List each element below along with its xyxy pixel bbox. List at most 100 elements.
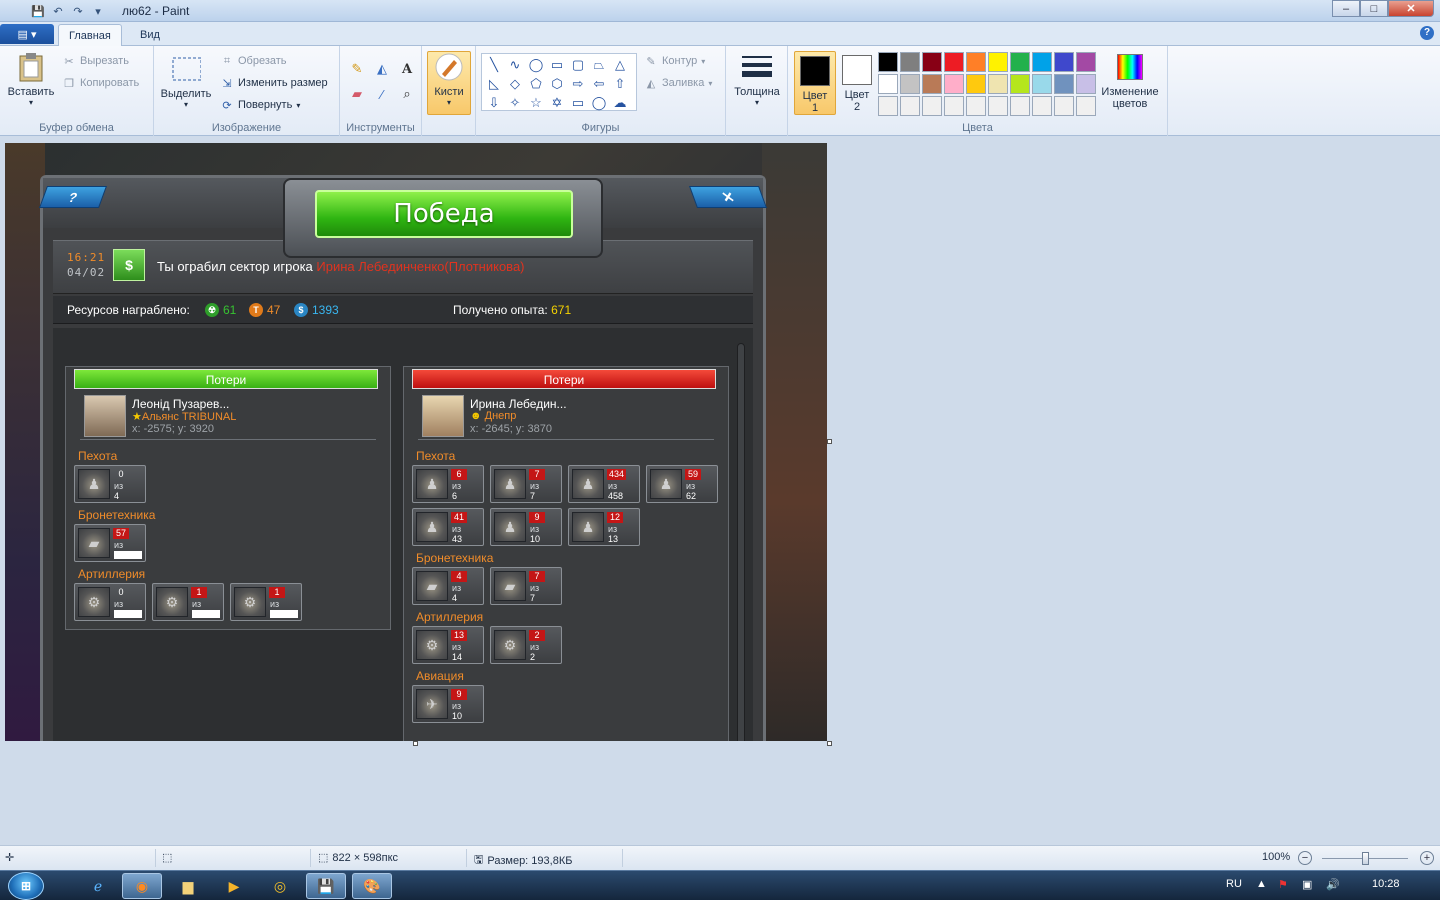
pentagon-shape-icon[interactable]: ⬠ bbox=[526, 75, 546, 93]
help-icon[interactable]: ? bbox=[1420, 26, 1434, 40]
brushes-button[interactable]: Кисти ▾ bbox=[427, 51, 471, 115]
copy-button[interactable]: ❐ Копировать bbox=[62, 76, 139, 90]
explorer-folder-icon[interactable]: ▆ bbox=[168, 873, 208, 899]
save-icon[interactable]: 💾 bbox=[30, 3, 46, 19]
color2-button[interactable]: Цвет 2 bbox=[836, 51, 878, 115]
internet-explorer-icon[interactable]: ℯ bbox=[78, 873, 118, 899]
media-player-icon[interactable]: ▶ bbox=[214, 873, 254, 899]
color-swatch[interactable] bbox=[1054, 74, 1074, 94]
language-indicator[interactable]: RU bbox=[1226, 878, 1242, 890]
close-button[interactable]: ✕ bbox=[1388, 0, 1434, 17]
color-swatch[interactable] bbox=[944, 96, 964, 116]
fill-bucket-icon[interactable]: ◭ bbox=[371, 58, 393, 80]
tab-view[interactable]: Вид bbox=[130, 24, 170, 46]
triangle-shape-icon[interactable]: △ bbox=[610, 56, 630, 74]
canvas-resize-handle-right[interactable] bbox=[827, 439, 832, 444]
arrow-up-shape-icon[interactable]: ⇧ bbox=[610, 75, 630, 93]
scrollbar[interactable] bbox=[737, 343, 745, 741]
canvas-workarea[interactable]: ? ✕ 16:21 04/02 $ Ты ограбил сектор игро… bbox=[0, 137, 1440, 845]
network-icon[interactable]: ▣ bbox=[1302, 878, 1312, 891]
color-swatch[interactable] bbox=[878, 74, 898, 94]
dialog-help-button[interactable]: ? bbox=[38, 186, 108, 208]
minimize-button[interactable]: – bbox=[1332, 0, 1360, 17]
rotate-button[interactable]: ⟳ Повернуть ▾ bbox=[220, 98, 300, 112]
volume-icon[interactable]: 🔊 bbox=[1326, 878, 1340, 891]
color-swatch[interactable] bbox=[922, 96, 942, 116]
color-swatch[interactable] bbox=[1010, 74, 1030, 94]
callout-rect-shape-icon[interactable]: ▭ bbox=[568, 94, 588, 112]
outline-button[interactable]: ✎ Контур ▾ bbox=[644, 54, 705, 68]
paste-button[interactable]: Вставить ▾ bbox=[6, 52, 56, 107]
color-swatch[interactable] bbox=[966, 74, 986, 94]
show-hidden-icons[interactable]: ▲ bbox=[1256, 878, 1267, 890]
cut-button[interactable]: ✂ Вырезать bbox=[62, 54, 129, 68]
color-swatch[interactable] bbox=[944, 52, 964, 72]
rounded-rect-shape-icon[interactable]: ▢ bbox=[568, 56, 588, 74]
firefox-icon[interactable]: ◉ bbox=[122, 873, 162, 899]
color-swatch[interactable] bbox=[900, 96, 920, 116]
color-swatch[interactable] bbox=[1076, 96, 1096, 116]
dialog-close-button[interactable]: ✕ bbox=[688, 186, 768, 208]
color-swatch[interactable] bbox=[1010, 52, 1030, 72]
color-swatch[interactable] bbox=[900, 52, 920, 72]
callout-oval-shape-icon[interactable]: ◯ bbox=[589, 94, 609, 112]
color-swatch[interactable] bbox=[878, 96, 898, 116]
qat-dropdown[interactable]: ▾ bbox=[90, 3, 106, 19]
start-button[interactable]: ⊞ bbox=[8, 872, 44, 900]
color-picker-icon[interactable]: ⁄ bbox=[371, 83, 393, 105]
color-swatch[interactable] bbox=[966, 96, 986, 116]
canvas-resize-handle-bottom[interactable] bbox=[413, 741, 418, 746]
color-swatch[interactable] bbox=[922, 52, 942, 72]
zoom-out-button[interactable]: − bbox=[1298, 851, 1312, 865]
color-swatch[interactable] bbox=[988, 52, 1008, 72]
callout-cloud-shape-icon[interactable]: ☁ bbox=[610, 94, 630, 112]
color-swatch[interactable] bbox=[900, 74, 920, 94]
pencil-icon[interactable]: ✎ bbox=[346, 58, 368, 80]
curve-shape-icon[interactable]: ∿ bbox=[505, 56, 525, 74]
color-swatch[interactable] bbox=[1032, 52, 1052, 72]
color-swatch[interactable] bbox=[1010, 96, 1030, 116]
resize-button[interactable]: ⇲ Изменить размер bbox=[220, 76, 327, 90]
diamond-shape-icon[interactable]: ◇ bbox=[505, 75, 525, 93]
right-triangle-shape-icon[interactable]: ◺ bbox=[484, 75, 504, 93]
line-shape-icon[interactable]: ╲ bbox=[484, 56, 504, 74]
rectangle-shape-icon[interactable]: ▭ bbox=[547, 56, 567, 74]
size-button[interactable]: Толщина ▾ bbox=[732, 52, 782, 107]
image-canvas[interactable]: ? ✕ 16:21 04/02 $ Ты ограбил сектор игро… bbox=[5, 143, 827, 741]
star5-shape-icon[interactable]: ☆ bbox=[526, 94, 546, 112]
tab-home[interactable]: Главная bbox=[58, 24, 122, 46]
select-button[interactable]: Выделить ▾ bbox=[160, 54, 212, 109]
magnifier-icon[interactable]: ⌕ bbox=[396, 83, 418, 105]
app-icon[interactable]: ◎ bbox=[260, 873, 300, 899]
action-center-icon[interactable]: ⚑ bbox=[1278, 878, 1288, 891]
canvas-resize-handle-corner[interactable] bbox=[827, 741, 832, 746]
text-tool-icon[interactable]: A bbox=[396, 58, 418, 80]
fill-button[interactable]: ◭ Заливка ▾ bbox=[644, 76, 713, 90]
redo-icon[interactable]: ↷ bbox=[70, 3, 86, 19]
color-swatch[interactable] bbox=[988, 74, 1008, 94]
arrow-down-shape-icon[interactable]: ⇩ bbox=[484, 94, 504, 112]
maximize-button[interactable]: □ bbox=[1360, 0, 1388, 17]
color-swatch[interactable] bbox=[1054, 52, 1074, 72]
undo-icon[interactable]: ↶ bbox=[50, 3, 66, 19]
oval-shape-icon[interactable]: ◯ bbox=[526, 56, 546, 74]
star6-shape-icon[interactable]: ✡ bbox=[547, 94, 567, 112]
star4-shape-icon[interactable]: ✧ bbox=[505, 94, 525, 112]
arrow-left-shape-icon[interactable]: ⇦ bbox=[589, 75, 609, 93]
save-app-icon[interactable]: 💾 bbox=[306, 873, 346, 899]
edit-colors-button[interactable]: Изменение цветов bbox=[1098, 52, 1162, 110]
polygon-shape-icon[interactable]: ⏢ bbox=[589, 56, 609, 74]
hexagon-shape-icon[interactable]: ⬡ bbox=[547, 75, 567, 93]
crop-button[interactable]: ⌗ Обрезать bbox=[220, 54, 287, 68]
color-swatch[interactable] bbox=[1076, 52, 1096, 72]
color-swatch[interactable] bbox=[1032, 96, 1052, 116]
file-menu-button[interactable]: ▤ ▾ bbox=[0, 24, 54, 44]
color-swatch[interactable] bbox=[966, 52, 986, 72]
color-swatch[interactable] bbox=[1076, 74, 1096, 94]
color-swatch[interactable] bbox=[988, 96, 1008, 116]
color-swatch[interactable] bbox=[922, 74, 942, 94]
zoom-in-button[interactable]: + bbox=[1420, 851, 1434, 865]
arrow-right-shape-icon[interactable]: ⇨ bbox=[568, 75, 588, 93]
eraser-icon[interactable]: ▰ bbox=[346, 83, 368, 105]
clock[interactable]: 10:28 bbox=[1372, 878, 1400, 890]
